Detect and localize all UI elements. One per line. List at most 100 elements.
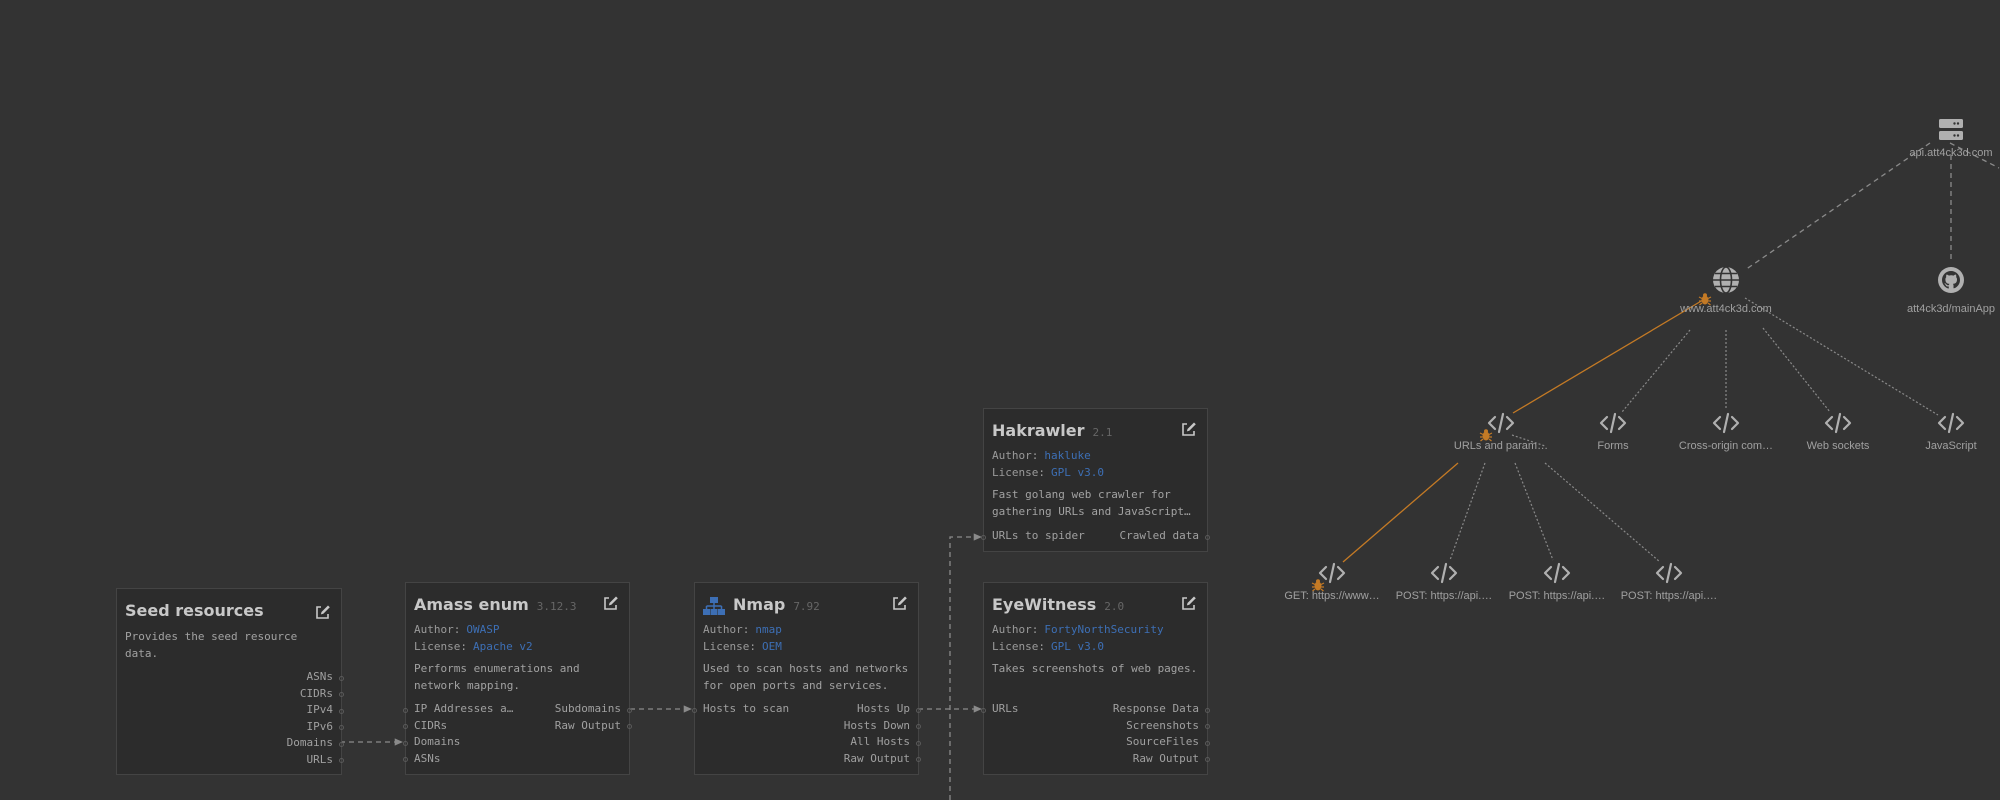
- input-port-urls[interactable]: URLs: [992, 701, 1019, 718]
- port-handle[interactable]: [1205, 757, 1210, 762]
- graph-node-category[interactable]: Forms: [1553, 408, 1673, 452]
- output-port-asns[interactable]: ASNs: [307, 669, 334, 686]
- port-handle[interactable]: [403, 757, 408, 762]
- node-label: GET: https://www…: [1284, 590, 1380, 602]
- port-handle[interactable]: [916, 741, 921, 746]
- port-handle[interactable]: [627, 724, 632, 729]
- edit-icon[interactable]: [315, 604, 331, 620]
- card-author: Author: OWASP: [414, 623, 499, 636]
- eyewitness-card[interactable]: EyeWitness 2.0 Author: FortyNorthSecurity…: [981, 582, 1210, 775]
- input-port-ip-addresses[interactable]: IP Addresses a…: [414, 701, 513, 718]
- output-port-sourcefiles[interactable]: SourceFiles: [1126, 734, 1199, 751]
- hakrawler-card[interactable]: Hakrawler 2.1 Author: hakluke License: GPL…: [981, 408, 1210, 552]
- port-handle[interactable]: [403, 724, 408, 729]
- code-icon: [1599, 412, 1627, 434]
- card-license: License: GPL v3.0: [992, 640, 1104, 653]
- output-port-screenshots[interactable]: Screenshots: [1126, 718, 1199, 735]
- graph-node-request[interactable]: POST: https://api.…: [1384, 558, 1504, 602]
- license-link[interactable]: Apache v2: [473, 640, 533, 653]
- input-port-hosts-to-scan[interactable]: Hosts to scan: [703, 701, 789, 718]
- node-label: JavaScript: [1925, 440, 1977, 452]
- output-port-ipv6[interactable]: IPv6: [307, 719, 334, 736]
- seed-resources-card[interactable]: Seed resources Provides the seed resourc…: [116, 588, 344, 775]
- input-port-asns[interactable]: ASNs: [414, 751, 441, 768]
- output-port-raw-output[interactable]: Raw Output: [1133, 751, 1199, 768]
- graph-node-category[interactable]: URLs and param…: [1441, 408, 1561, 452]
- license-label: License:: [992, 466, 1045, 479]
- port-handle[interactable]: [981, 535, 986, 540]
- output-port-cidrs[interactable]: CIDRs: [300, 686, 333, 703]
- graph-node-request[interactable]: GET: https://www…: [1272, 558, 1392, 602]
- port-handle[interactable]: [339, 742, 344, 747]
- port-handle[interactable]: [627, 708, 632, 713]
- node-label: api.att4ck3d.com: [1909, 147, 1993, 159]
- node-label: POST: https://api.…: [1620, 590, 1718, 602]
- graph-node-website[interactable]: www.att4ck3d.com: [1666, 265, 1786, 315]
- network-icon: [703, 597, 725, 615]
- amass-enum-card[interactable]: Amass enum 3.12.3 Author: OWASP License: A…: [403, 582, 632, 775]
- input-port-urls-to-spider[interactable]: URLs to spider: [992, 528, 1085, 545]
- port-handle[interactable]: [403, 708, 408, 713]
- output-port-subdomains[interactable]: Subdomains: [555, 701, 621, 718]
- port-handle[interactable]: [1205, 741, 1210, 746]
- license-link[interactable]: OEM: [762, 640, 782, 653]
- port-handle[interactable]: [339, 709, 344, 714]
- port-handle[interactable]: [692, 708, 697, 713]
- output-port-crawled-data[interactable]: Crawled data: [1120, 528, 1199, 545]
- card-license: License: OEM: [703, 640, 782, 653]
- edit-icon[interactable]: [1181, 421, 1197, 437]
- graph-node-api-server[interactable]: api.att4ck3d.com: [1891, 115, 2000, 159]
- author-link[interactable]: hakluke: [1044, 449, 1090, 462]
- author-link[interactable]: nmap: [755, 623, 782, 636]
- code-icon: [1655, 562, 1683, 584]
- edit-icon[interactable]: [603, 595, 619, 611]
- output-port-all-hosts[interactable]: All Hosts: [850, 734, 910, 751]
- output-port-raw-output[interactable]: Raw Output: [555, 718, 621, 735]
- author-label: Author:: [992, 623, 1039, 636]
- port-handle[interactable]: [339, 692, 344, 697]
- node-label: Cross-origin com…: [1678, 440, 1774, 452]
- output-port-urls[interactable]: URLs: [307, 752, 334, 769]
- port-handle[interactable]: [403, 741, 408, 746]
- port-handle[interactable]: [339, 676, 344, 681]
- port-handle[interactable]: [1205, 708, 1210, 713]
- output-port-domains[interactable]: Domains: [287, 735, 333, 752]
- output-port-response-data[interactable]: Response Data: [1113, 701, 1199, 718]
- node-label: att4ck3d/mainApp: [1906, 303, 1996, 315]
- graph-node-category[interactable]: Cross-origin com…: [1666, 408, 1786, 452]
- output-port-raw-output[interactable]: Raw Output: [844, 751, 910, 768]
- license-link[interactable]: GPL v3.0: [1051, 640, 1104, 653]
- graph-node-request[interactable]: POST: https://api.…: [1609, 558, 1729, 602]
- edit-icon[interactable]: [1181, 595, 1197, 611]
- port-handle[interactable]: [981, 708, 986, 713]
- port-handle[interactable]: [339, 758, 344, 763]
- card-version: 2.0: [1104, 600, 1125, 613]
- input-port-cidrs[interactable]: CIDRs: [414, 718, 447, 735]
- license-label: License:: [703, 640, 756, 653]
- port-handle[interactable]: [1205, 724, 1210, 729]
- graph-node-request[interactable]: POST: https://api.…: [1497, 558, 1617, 602]
- port-handle[interactable]: [916, 757, 921, 762]
- port-handle[interactable]: [339, 725, 344, 730]
- port-handle[interactable]: [1205, 535, 1210, 540]
- port-handle[interactable]: [916, 724, 921, 729]
- author-link[interactable]: OWASP: [466, 623, 499, 636]
- author-link[interactable]: FortyNorthSecurity: [1044, 623, 1163, 636]
- github-icon: [1938, 267, 1964, 293]
- bug-icon: [1311, 579, 1325, 592]
- graph-node-category[interactable]: JavaScript: [1891, 408, 2000, 452]
- input-port-domains[interactable]: Domains: [414, 734, 460, 751]
- output-port-hosts-down[interactable]: Hosts Down: [844, 718, 910, 735]
- output-port-ipv4[interactable]: IPv4: [307, 702, 334, 719]
- port-handle[interactable]: [916, 708, 921, 713]
- graph-node-category[interactable]: Web sockets: [1778, 408, 1898, 452]
- nmap-card[interactable]: Nmap 7.92 Author: nmap License: OEM Used t…: [692, 582, 921, 775]
- card-description: Takes screenshots of web pages.: [992, 662, 1198, 675]
- graph-node-github[interactable]: att4ck3d/mainApp: [1891, 265, 2000, 315]
- code-icon: [1543, 562, 1571, 584]
- output-port-hosts-up[interactable]: Hosts Up: [857, 701, 910, 718]
- license-link[interactable]: GPL v3.0: [1051, 466, 1104, 479]
- card-header: Seed resources: [125, 601, 333, 623]
- author-label: Author:: [992, 449, 1039, 462]
- edit-icon[interactable]: [892, 595, 908, 611]
